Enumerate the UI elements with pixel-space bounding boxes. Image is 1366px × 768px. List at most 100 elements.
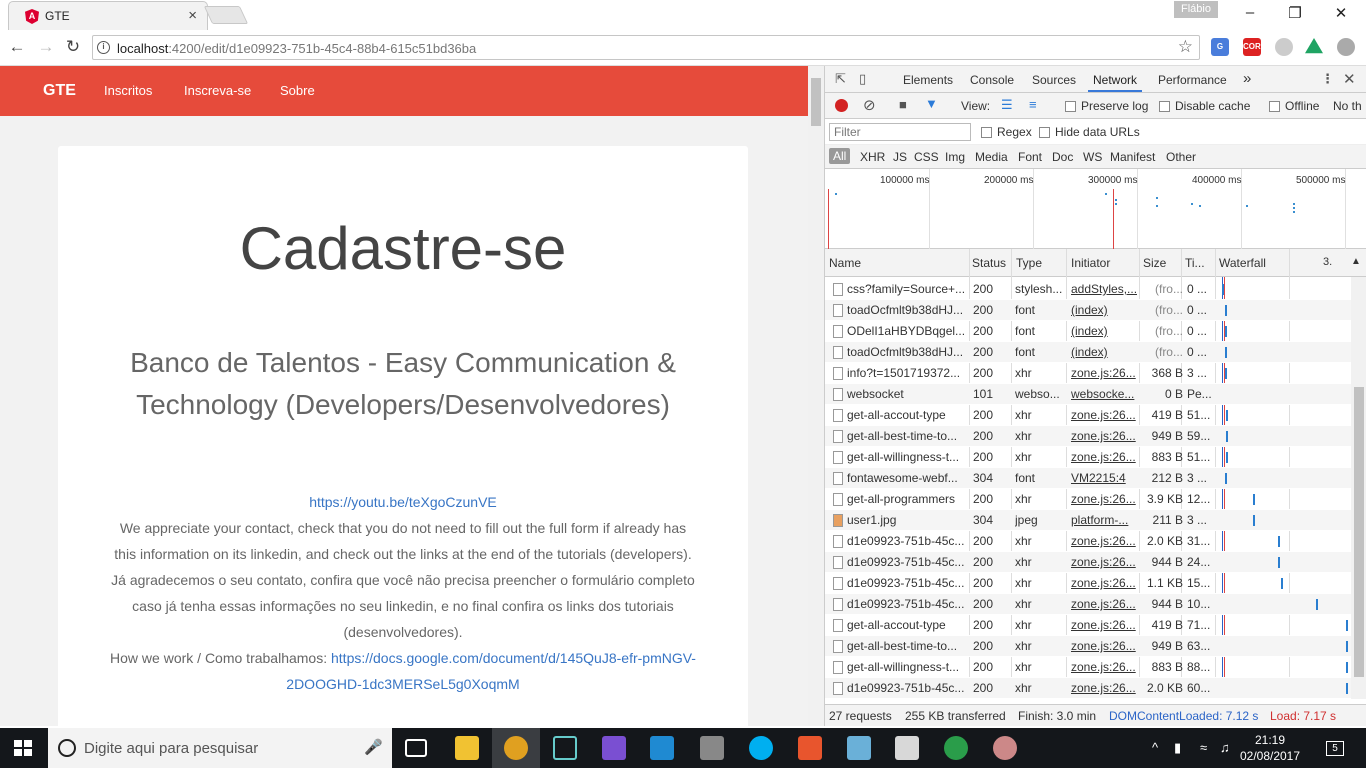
request-initiator[interactable]: zone.js:26... [1071, 534, 1137, 548]
cortana-icon[interactable] [58, 739, 76, 757]
request-name[interactable]: ODelI1aHBYDBqgel... [847, 324, 965, 338]
request-name[interactable]: get-all-best-time-to... [847, 639, 965, 653]
page-scrollbar[interactable] [808, 66, 824, 726]
cors-extension-icon[interactable]: CORS [1243, 38, 1266, 56]
chrome-icon[interactable] [504, 736, 528, 760]
request-name[interactable]: get-all-accout-type [847, 408, 965, 422]
type-ws[interactable]: WS [1083, 150, 1102, 164]
request-name[interactable]: get-all-willingness-t... [847, 660, 965, 674]
skype-icon[interactable] [749, 736, 773, 760]
clear-icon[interactable]: ⊘ [863, 96, 876, 114]
extension-icon[interactable] [1275, 38, 1293, 56]
network-overview[interactable]: 100000 ms 200000 ms 300000 ms 400000 ms … [825, 169, 1366, 249]
microphone-icon[interactable]: 🎤 [364, 738, 383, 756]
regex-checkbox[interactable]: Regex [981, 125, 1032, 139]
tab-performance[interactable]: Performance [1158, 73, 1227, 87]
table-row[interactable]: d1e09923-751b-45c... 200 xhr zone.js:26... 9… [825, 594, 1351, 615]
chrome-2-icon[interactable] [944, 736, 968, 760]
request-name[interactable]: get-all-willingness-t... [847, 450, 965, 464]
visual-studio-icon[interactable] [602, 736, 626, 760]
request-initiator[interactable]: zone.js:26... [1071, 492, 1137, 506]
devtools-close-icon[interactable]: ✕ [1343, 70, 1356, 88]
tab-sources[interactable]: Sources [1032, 73, 1076, 87]
task-view-icon[interactable] [405, 739, 427, 757]
request-name[interactable]: css?family=Source+... [847, 282, 965, 296]
disable-cache-checkbox[interactable]: Disable cache [1159, 99, 1250, 113]
address-bar[interactable]: i localhost:4200/edit/d1e09923-751b-45c4… [92, 35, 1200, 60]
table-row[interactable]: get-all-willingness-t... 200 xhr zone.js:26… [825, 657, 1351, 678]
translate-extension-icon[interactable]: G [1211, 38, 1229, 56]
tools-icon[interactable] [700, 736, 724, 760]
site-brand[interactable]: GTE [43, 82, 76, 100]
tab-console[interactable]: Console [970, 73, 1014, 87]
app-icon[interactable] [847, 736, 871, 760]
more-tabs-icon[interactable]: » [1243, 70, 1251, 87]
type-css[interactable]: CSS [914, 150, 939, 164]
inspect-element-icon[interactable]: ⇱ [835, 71, 846, 87]
table-row[interactable]: get-all-willingness-t... 200 xhr zone.js:26… [825, 447, 1351, 468]
filter-icon[interactable]: ▼ [925, 96, 938, 111]
request-name[interactable]: d1e09923-751b-45c... [847, 555, 965, 569]
request-initiator[interactable]: (index) [1071, 345, 1137, 359]
forward-icon[interactable]: → [36, 37, 56, 57]
request-initiator[interactable]: addStyles,... [1071, 282, 1137, 296]
request-initiator[interactable]: zone.js:26... [1071, 408, 1137, 422]
request-name[interactable]: d1e09923-751b-45c... [847, 681, 965, 695]
tray-chevron-icon[interactable]: ^ [1152, 740, 1158, 755]
request-initiator[interactable]: zone.js:26... [1071, 429, 1137, 443]
request-initiator[interactable]: platform-... [1071, 513, 1137, 527]
table-row[interactable]: d1e09923-751b-45c... 200 xhr zone.js:26... 2… [825, 678, 1351, 699]
table-row[interactable]: get-all-accout-type 200 xhr zone.js:26... 41… [825, 615, 1351, 636]
table-row[interactable]: d1e09923-751b-45c... 200 xhr zone.js:26... 2… [825, 531, 1351, 552]
type-font[interactable]: Font [1018, 150, 1042, 164]
overview-icon[interactable]: ≡ [1029, 97, 1037, 112]
offline-checkbox[interactable]: Offline [1269, 99, 1319, 113]
back-icon[interactable]: ← [7, 37, 27, 57]
table-row[interactable]: d1e09923-751b-45c... 200 xhr zone.js:26... 1… [825, 573, 1351, 594]
table-row[interactable]: fontawesome-webf... 304 font VM2215:4 212 B 3… [825, 468, 1351, 489]
table-scrollbar[interactable] [1351, 277, 1366, 699]
request-name[interactable]: d1e09923-751b-45c... [847, 597, 965, 611]
large-rows-icon[interactable]: ☰ [1001, 97, 1013, 113]
request-initiator[interactable]: zone.js:26... [1071, 660, 1137, 674]
tab-network[interactable]: Network [1093, 73, 1137, 87]
device-toolbar-icon[interactable]: ▯ [859, 71, 866, 87]
table-row[interactable]: d1e09923-751b-45c... 200 xhr zone.js:26... 9… [825, 552, 1351, 573]
tab-close-icon[interactable]: × [188, 7, 197, 24]
table-row[interactable]: get-all-accout-type 200 xhr zone.js:26... 41… [825, 405, 1351, 426]
request-initiator[interactable]: zone.js:26... [1071, 618, 1137, 632]
type-manifest[interactable]: Manifest [1110, 150, 1155, 164]
table-row[interactable]: websocket 101 webso... websocke... 0 B Pe... [825, 384, 1351, 405]
nav-inscritos[interactable]: Inscritos [104, 83, 152, 98]
new-tab-button[interactable] [203, 6, 249, 24]
request-name[interactable]: toadOcfmlt9b38dHJ... [847, 345, 965, 359]
window-app-icon[interactable] [895, 736, 919, 760]
type-media[interactable]: Media [975, 150, 1008, 164]
col-time[interactable]: Ti... [1185, 256, 1205, 270]
table-row[interactable]: get-all-best-time-to... 200 xhr zone.js:26.… [825, 426, 1351, 447]
taskbar-clock[interactable]: 21:19 02/08/2017 [1234, 732, 1306, 764]
google-doc-link[interactable]: https://docs.google.com/document/d/145Qu… [286, 650, 696, 692]
col-status[interactable]: Status [972, 256, 1006, 270]
table-row[interactable]: toadOcfmlt9b38dHJ... 200 font (index) (fro..… [825, 342, 1351, 363]
battery-icon[interactable]: ▮ [1174, 740, 1181, 756]
table-row[interactable]: toadOcfmlt9b38dHJ... 200 font (index) (fro..… [825, 300, 1351, 321]
git-icon[interactable] [798, 736, 822, 760]
capture-screenshots-icon[interactable]: ■ [899, 97, 907, 112]
request-name[interactable]: get-all-programmers [847, 492, 965, 506]
col-size[interactable]: Size [1143, 256, 1166, 270]
vscode-icon[interactable] [650, 736, 674, 760]
wifi-icon[interactable]: ≈ [1200, 740, 1207, 755]
table-row[interactable]: css?family=Source+... 200 stylesh... addSty… [825, 279, 1351, 300]
table-row[interactable]: user1.jpg 304 jpeg platform-... 211 B 3 ... [825, 510, 1351, 531]
throttling-select[interactable]: No th [1333, 99, 1362, 113]
type-all[interactable]: All [829, 148, 851, 164]
request-name[interactable]: user1.jpg [847, 513, 965, 527]
request-name[interactable]: get-all-best-time-to... [847, 429, 965, 443]
request-initiator[interactable]: VM2215:4 [1071, 471, 1137, 485]
paint-icon[interactable] [993, 736, 1017, 760]
restore-icon[interactable]: ❐ [1272, 4, 1318, 22]
request-name[interactable]: websocket [847, 387, 965, 401]
request-initiator[interactable]: zone.js:26... [1071, 681, 1137, 695]
request-initiator[interactable]: zone.js:26... [1071, 450, 1137, 464]
